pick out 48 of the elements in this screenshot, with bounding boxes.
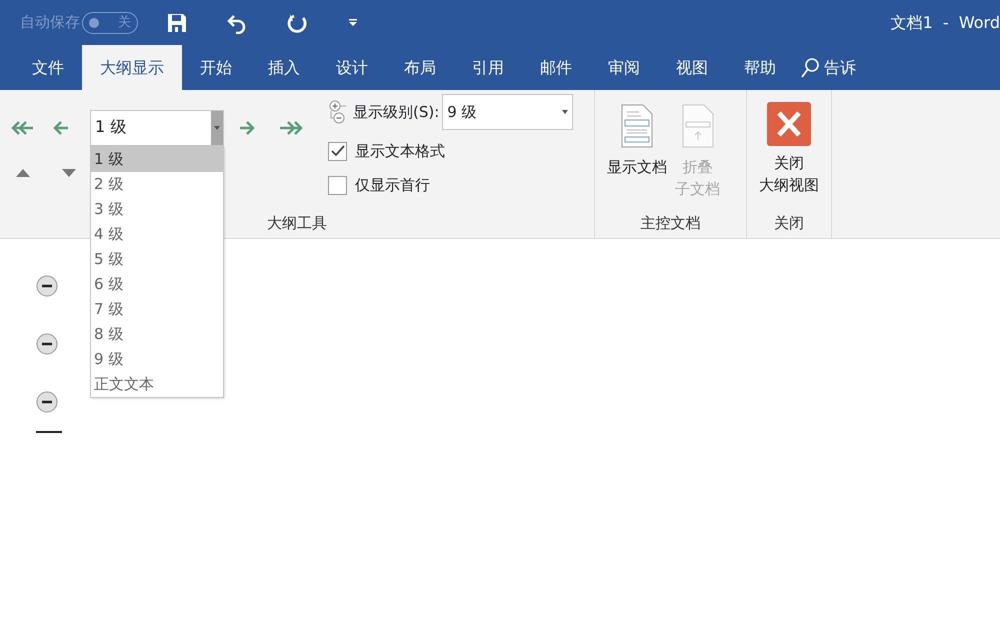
group-label: 大纲工具 [267,212,327,234]
show-document-button[interactable]: 显示文档 [603,96,671,200]
level-option[interactable]: 2 级 [91,172,223,197]
level-option[interactable]: 7 级 [91,297,223,322]
ribbon-tab[interactable]: 大纲显示 [82,45,182,90]
show-level-value: 9 级 [447,102,477,123]
ribbon-tab[interactable]: 引用 [454,45,522,90]
show-level-label: 显示级别(S): [353,102,440,123]
level-option[interactable]: 6 级 [91,272,223,297]
ribbon-tab[interactable]: 邮件 [522,45,590,90]
ribbon-tab[interactable]: 视图 [658,45,726,90]
document-icon [621,104,653,148]
checkbox-label: 显示文本格式 [355,140,445,162]
collapse-heading-icon[interactable] [36,275,58,297]
redo-icon[interactable] [286,12,308,34]
show-level-dropdown[interactable]: 9 级 [442,94,574,130]
close-icon [767,102,811,146]
collapse-heading-icon[interactable] [36,391,58,413]
autosave-label: 自动保存 [20,12,80,34]
level-option[interactable]: 1 级 [91,147,223,172]
ribbon-tab[interactable]: 帮助 [726,45,794,90]
tell-me-field[interactable]: 告诉 [824,56,856,80]
checkbox[interactable] [328,176,347,194]
level-option[interactable]: 4 级 [91,222,223,247]
search-icon[interactable] [800,56,820,78]
window-title: 文档1 - Word [890,12,1000,34]
level-option[interactable]: 9 级 [91,347,223,372]
checkbox[interactable] [328,142,347,160]
level-option[interactable]: 3 级 [91,197,223,222]
group-label: 主控文档 [640,212,700,234]
ribbon-tab[interactable]: 开始 [182,45,250,90]
ribbon-tab[interactable]: 审阅 [590,45,658,90]
ribbon-tab[interactable]: 布局 [386,45,454,90]
level-option[interactable]: 8 级 [91,322,223,347]
level-option[interactable]: 5 级 [91,247,223,272]
customize-menu-icon[interactable] [348,18,358,26]
ribbon-tab[interactable]: 文件 [14,45,82,90]
caret-icon [214,126,220,130]
close-outline-view-button[interactable]: 关闭 大纲视图 [749,96,829,196]
ribbon-tab[interactable]: 设计 [318,45,386,90]
group-label: 关闭 [774,212,804,234]
level-option[interactable]: 正文文本 [91,372,223,397]
save-icon[interactable] [166,12,188,34]
checkbox-label: 仅显示首行 [355,174,430,196]
ribbon-tab[interactable]: 插入 [250,45,318,90]
document-icon [682,104,714,148]
collapse-heading-icon[interactable] [36,333,58,355]
caret-icon [562,110,568,114]
